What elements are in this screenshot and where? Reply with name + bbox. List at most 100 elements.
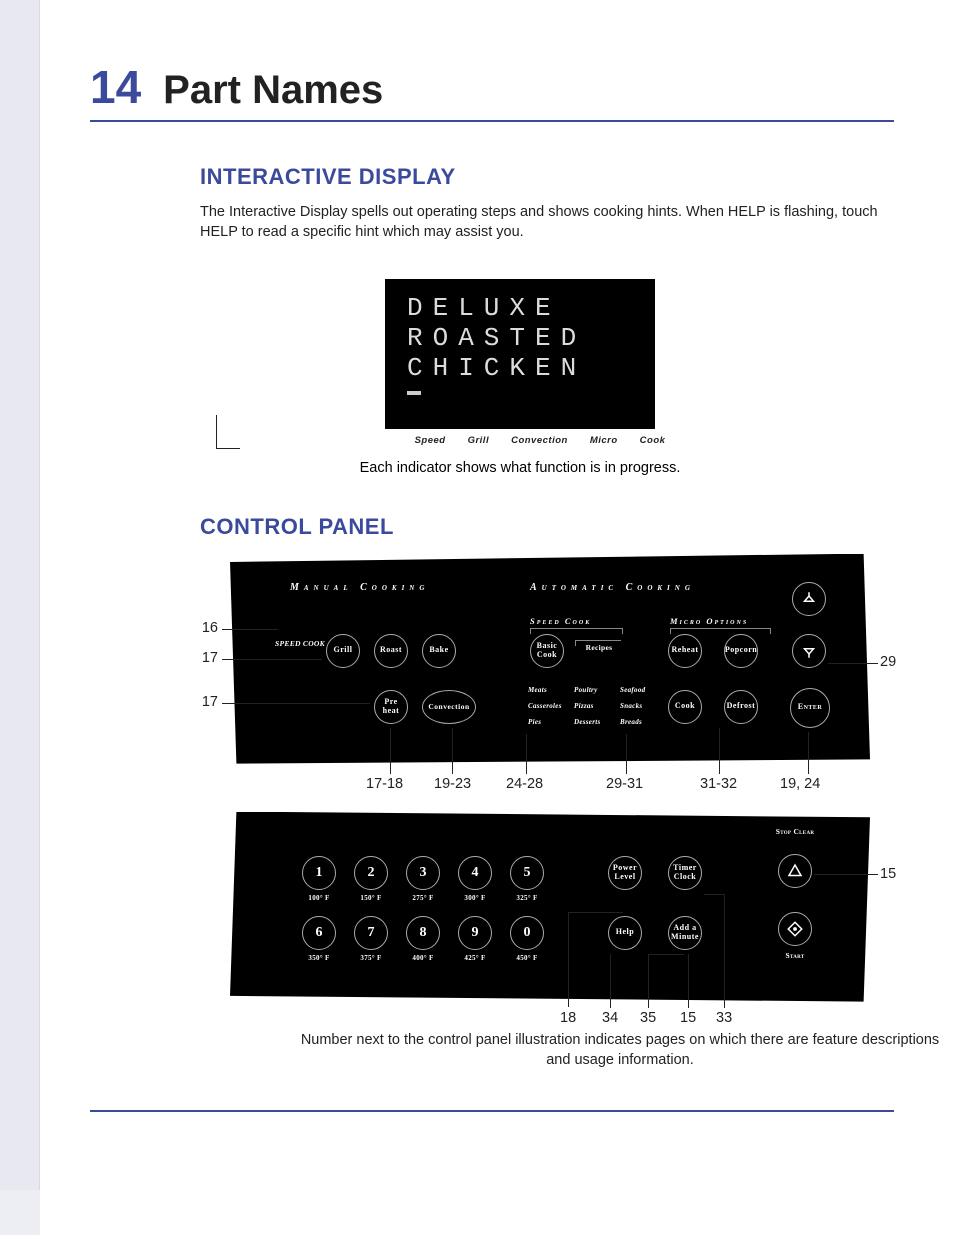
ref-33: 33 bbox=[716, 1010, 732, 1026]
indicator-convection: Convection bbox=[511, 435, 568, 446]
ref-31-32: 31-32 bbox=[700, 776, 737, 792]
ref-35: 35 bbox=[640, 1010, 656, 1026]
control-panel-footer-caption: Number next to the control panel illustr… bbox=[300, 1030, 940, 1071]
num-8-button[interactable]: 8 bbox=[406, 916, 440, 950]
cat-meats: Meats bbox=[528, 686, 547, 694]
ref-15: 15 bbox=[880, 866, 896, 882]
control-panel-top: Manual Cooking Automatic Cooking Speed C… bbox=[230, 554, 900, 764]
cook-button[interactable]: Cook bbox=[668, 690, 702, 724]
roast-button[interactable]: Roast bbox=[374, 634, 408, 668]
cat-seafood: Seafood bbox=[620, 686, 645, 694]
indicator-row: Speed Grill Convection Micro Cook bbox=[240, 435, 840, 446]
recipes-label: Recipes bbox=[574, 644, 624, 652]
temp-300: 300° F bbox=[458, 894, 492, 902]
cat-casseroles: Casseroles bbox=[528, 702, 562, 710]
timer-clock-button[interactable]: Timer Clock bbox=[668, 856, 702, 890]
num-1-button[interactable]: 1 bbox=[302, 856, 336, 890]
temp-400: 400° F bbox=[406, 954, 440, 962]
cat-pizzas: Pizzas bbox=[574, 702, 594, 710]
subheader-micro-options: Micro Options bbox=[670, 616, 748, 626]
page-content: 14 Part Names INTERACTIVE DISPLAY The In… bbox=[40, 0, 954, 1235]
ref-16: 16 bbox=[188, 620, 218, 636]
header-automatic-cooking: Automatic Cooking bbox=[530, 582, 695, 593]
indicator-leader-line bbox=[216, 415, 240, 449]
cat-pies: Pies bbox=[528, 718, 541, 726]
chapter-number: 14 bbox=[90, 60, 141, 114]
temp-350: 350° F bbox=[302, 954, 336, 962]
num-6-button[interactable]: 6 bbox=[302, 916, 336, 950]
up-button[interactable] bbox=[792, 582, 826, 616]
lcd-line-2: ROASTED bbox=[407, 325, 633, 351]
temp-450: 450° F bbox=[510, 954, 544, 962]
lcd-screen: DELUXE ROASTED CHICKEN bbox=[385, 279, 655, 429]
left-margin-strip bbox=[0, 0, 40, 1190]
indicator-grill: Grill bbox=[468, 435, 490, 446]
control-panel-section: CONTROL PANEL bbox=[200, 514, 894, 540]
temp-100: 100° F bbox=[302, 894, 336, 902]
ref-29-31: 29-31 bbox=[606, 776, 643, 792]
speed-cook-label: SPEED COOK bbox=[275, 640, 325, 648]
cat-poultry: Poultry bbox=[574, 686, 598, 694]
lcd-line-1: DELUXE bbox=[407, 295, 633, 321]
power-level-button[interactable]: Power Level bbox=[608, 856, 642, 890]
basic-cook-button[interactable]: Basic Cook bbox=[530, 634, 564, 668]
ref-19-24: 19, 24 bbox=[780, 776, 820, 792]
popcorn-button[interactable]: Popcorn bbox=[724, 634, 758, 668]
leader-16 bbox=[222, 629, 278, 630]
start-label: Start bbox=[770, 952, 820, 960]
indicator-micro: Micro bbox=[590, 435, 618, 446]
reheat-button[interactable]: Reheat bbox=[668, 634, 702, 668]
header-manual-cooking: Manual Cooking bbox=[290, 582, 429, 593]
lcd-line-3: CHICKEN bbox=[407, 355, 633, 381]
defrost-button[interactable]: Defrost bbox=[724, 690, 758, 724]
interactive-display-heading: INTERACTIVE DISPLAY bbox=[200, 164, 894, 190]
leader-17b bbox=[222, 703, 370, 704]
subheader-speed-cook: Speed Cook bbox=[530, 616, 591, 626]
interactive-display-section: INTERACTIVE DISPLAY The Interactive Disp… bbox=[200, 164, 894, 243]
stop-clear-label: Stop Clear bbox=[770, 828, 820, 836]
cat-snacks: Snacks bbox=[620, 702, 642, 710]
leader-15 bbox=[814, 874, 878, 875]
control-panel-heading: CONTROL PANEL bbox=[200, 514, 894, 540]
ref-17-18: 17-18 bbox=[366, 776, 403, 792]
control-panel-bottom: 1 2 3 4 5 100° F 150° F 275° F 300° F 32… bbox=[230, 812, 900, 1002]
ref-34: 34 bbox=[602, 1010, 618, 1026]
num-5-button[interactable]: 5 bbox=[510, 856, 544, 890]
ref-17a: 17 bbox=[188, 650, 218, 666]
grill-button[interactable]: Grill bbox=[326, 634, 360, 668]
indicator-cook: Cook bbox=[640, 435, 666, 446]
indicator-speed: Speed bbox=[415, 435, 446, 446]
temp-325: 325° F bbox=[510, 894, 544, 902]
add-minute-button[interactable]: Add a Minute bbox=[668, 916, 702, 950]
leader-17a bbox=[222, 659, 322, 660]
temp-375: 375° F bbox=[354, 954, 388, 962]
display-figure: DELUXE ROASTED CHICKEN Speed Grill Conve… bbox=[200, 279, 840, 476]
lcd-cursor bbox=[407, 391, 421, 395]
preheat-button[interactable]: Pre heat bbox=[374, 690, 408, 724]
num-0-button[interactable]: 0 bbox=[510, 916, 544, 950]
temp-150: 150° F bbox=[354, 894, 388, 902]
chapter-title: Part Names bbox=[163, 68, 383, 113]
start-button[interactable] bbox=[778, 912, 812, 946]
temp-275: 275° F bbox=[406, 894, 440, 902]
num-2-button[interactable]: 2 bbox=[354, 856, 388, 890]
num-4-button[interactable]: 4 bbox=[458, 856, 492, 890]
temp-425: 425° F bbox=[458, 954, 492, 962]
bake-button[interactable]: Bake bbox=[422, 634, 456, 668]
chapter-heading: 14 Part Names bbox=[90, 60, 894, 122]
stop-clear-button[interactable] bbox=[778, 854, 812, 888]
control-panel-illustration: Manual Cooking Automatic Cooking Speed C… bbox=[200, 554, 900, 1071]
ref-b15: 15 bbox=[680, 1010, 696, 1026]
cat-desserts: Desserts bbox=[574, 718, 601, 726]
bottom-rule bbox=[90, 1110, 894, 1112]
ref-24-28: 24-28 bbox=[506, 776, 543, 792]
num-3-button[interactable]: 3 bbox=[406, 856, 440, 890]
down-button[interactable] bbox=[792, 634, 826, 668]
ref-19-23: 19-23 bbox=[434, 776, 471, 792]
enter-button[interactable]: Enter bbox=[790, 688, 830, 728]
convection-button[interactable]: Convection bbox=[422, 690, 476, 724]
num-7-button[interactable]: 7 bbox=[354, 916, 388, 950]
num-9-button[interactable]: 9 bbox=[458, 916, 492, 950]
help-button[interactable]: Help bbox=[608, 916, 642, 950]
leader-29 bbox=[828, 663, 878, 664]
